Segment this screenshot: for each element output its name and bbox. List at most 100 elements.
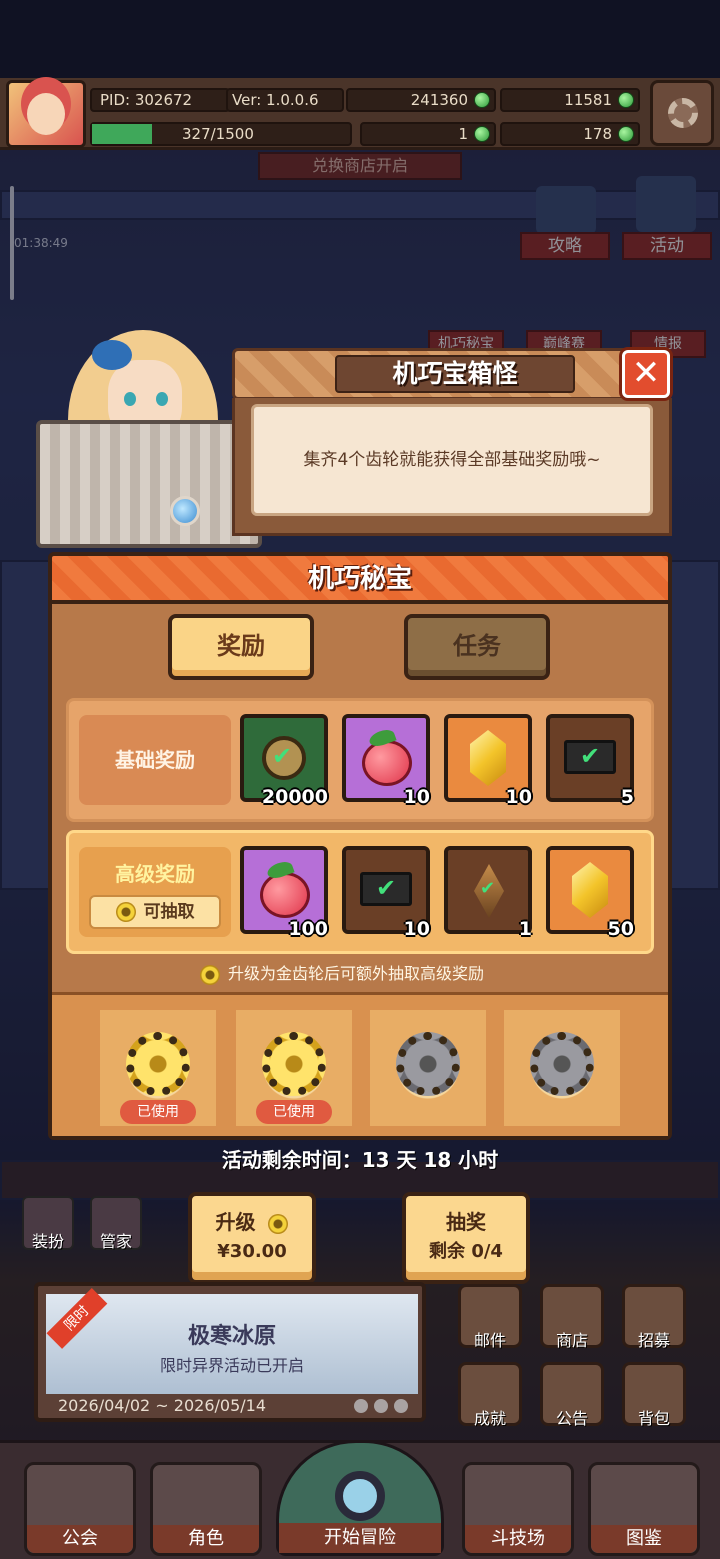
event-dates: 2026/04/02 ~ 2026/05/14 bbox=[58, 1396, 267, 1415]
gold-crystal-icon bbox=[470, 730, 506, 786]
item-qty: 5 bbox=[620, 786, 634, 808]
butler-label: 管家 bbox=[99, 1232, 132, 1251]
used-badge: 已使用 bbox=[256, 1100, 332, 1124]
settings-button[interactable] bbox=[650, 80, 714, 146]
basic-reward-label: 基础奖励 bbox=[79, 715, 231, 805]
player-avatar[interactable] bbox=[6, 80, 86, 148]
backpack-button[interactable]: 背包 bbox=[622, 1362, 686, 1428]
gold-box: 241360 bbox=[346, 88, 496, 112]
used-badge: 已使用 bbox=[120, 1100, 196, 1124]
nav-character[interactable]: 角色 bbox=[150, 1462, 262, 1556]
recruit-label: 招募 bbox=[637, 1331, 670, 1350]
gold-gear-icon bbox=[115, 902, 136, 922]
magnifier-icon bbox=[335, 1471, 385, 1521]
can-draw-badge: 可抽取 bbox=[89, 895, 221, 929]
nav-start-label: 开始冒险 bbox=[279, 1523, 441, 1553]
nav-guild-label: 公会 bbox=[27, 1525, 133, 1553]
upgrade-note-text: 升级为金齿轮后可额外抽取高级奖励 bbox=[228, 964, 485, 983]
exp-fill bbox=[92, 124, 152, 144]
leaf-crystal-icon bbox=[474, 864, 504, 918]
nav-codex[interactable]: 图鉴 bbox=[588, 1462, 700, 1556]
item-qty: 10 bbox=[403, 786, 430, 808]
tab-rewards[interactable]: 奖励 bbox=[168, 614, 314, 680]
advanced-reward-label-box: 高级奖励 可抽取 bbox=[79, 847, 231, 937]
ticket-icon: ✔ bbox=[360, 872, 412, 906]
shop-button[interactable]: 商店 bbox=[540, 1284, 604, 1350]
event-title: 极寒冰原 bbox=[187, 1324, 276, 1349]
dressup-label: 装扮 bbox=[31, 1232, 64, 1251]
gear-slot[interactable]: 已使用 bbox=[236, 1010, 352, 1126]
upgrade-label: 升级 bbox=[215, 1210, 256, 1234]
fruit-icon bbox=[260, 872, 310, 918]
reward-item[interactable]: 10 bbox=[444, 714, 532, 808]
key-value: 178 bbox=[583, 125, 612, 143]
add-gem-icon[interactable] bbox=[618, 92, 634, 108]
npc-eye-right bbox=[156, 392, 168, 406]
grey-gear-icon bbox=[530, 1032, 594, 1096]
can-draw-text: 可抽取 bbox=[143, 902, 195, 922]
reward-item[interactable]: 10 bbox=[342, 714, 430, 808]
nav-arena[interactable]: 斗技场 bbox=[462, 1462, 574, 1556]
add-key-icon[interactable] bbox=[618, 126, 634, 142]
event-image: 限时 极寒冰原 限时异界活动已开启 bbox=[46, 1288, 418, 1394]
item-qty: 1 bbox=[518, 918, 532, 940]
dressup-button[interactable]: 装扮 bbox=[22, 1196, 74, 1251]
shop-label: 商店 bbox=[555, 1331, 588, 1350]
gear-slot[interactable]: 已使用 bbox=[100, 1010, 216, 1126]
item-qty: 10 bbox=[403, 918, 430, 940]
gold-gear-icon bbox=[268, 1213, 289, 1234]
gold-gear-icon bbox=[262, 1032, 326, 1096]
reward-item[interactable]: ✔ 5 bbox=[546, 714, 634, 808]
nav-guild[interactable]: 公会 bbox=[24, 1462, 136, 1556]
npc-dialog-header: 机巧宝箱怪 bbox=[232, 348, 672, 400]
achievement-button[interactable]: 成就 bbox=[458, 1362, 522, 1428]
grey-gear-icon bbox=[396, 1032, 460, 1096]
treasure-chest-npc bbox=[36, 420, 262, 548]
tab-tasks[interactable]: 任务 bbox=[404, 614, 550, 680]
gold-gear-icon bbox=[126, 1032, 190, 1096]
add-gold-icon[interactable] bbox=[474, 92, 490, 108]
mail-button[interactable]: 邮件 bbox=[458, 1284, 522, 1350]
event-banner[interactable]: 限时 极寒冰原 限时异界活动已开启 2026/04/02 ~ 2026/05/1… bbox=[34, 1282, 426, 1422]
carousel-dots[interactable] bbox=[354, 1398, 414, 1417]
pid-box: PID: 302672 bbox=[90, 88, 230, 112]
gold-value: 241360 bbox=[410, 91, 468, 109]
draw-button[interactable]: 抽奖 剩余 0/4 bbox=[402, 1192, 530, 1284]
npc-dialog-text: 集齐4个齿轮就能获得全部基础奖励哦~ bbox=[251, 404, 653, 516]
recruit-button[interactable]: 招募 bbox=[622, 1284, 686, 1350]
backpack-label: 背包 bbox=[637, 1409, 670, 1428]
close-button[interactable]: ✕ bbox=[622, 350, 670, 398]
ticket-icon: ✔ bbox=[564, 740, 616, 774]
fruit-icon bbox=[362, 740, 412, 786]
reward-item[interactable]: 1 bbox=[444, 846, 532, 940]
announcement-label: 公告 bbox=[555, 1409, 588, 1428]
butler-button[interactable]: 管家 bbox=[90, 1196, 142, 1251]
version-text: Ver: 1.0.0.6 bbox=[232, 91, 319, 109]
nav-codex-label: 图鉴 bbox=[591, 1525, 697, 1553]
add-clover-icon[interactable] bbox=[474, 126, 490, 142]
upgrade-note: 升级为金齿轮后可额外抽取高级奖励 bbox=[200, 962, 540, 988]
draw-label: 抽奖 bbox=[446, 1210, 486, 1234]
announcement-button[interactable]: 公告 bbox=[540, 1362, 604, 1428]
reward-item[interactable]: 100 bbox=[240, 846, 328, 940]
clover-value: 1 bbox=[458, 125, 468, 143]
pid-text: PID: 302672 bbox=[100, 91, 193, 109]
upgrade-price: ¥30.00 bbox=[217, 1241, 287, 1262]
reward-item[interactable]: 20000 bbox=[240, 714, 328, 808]
key-box: 178 bbox=[500, 122, 640, 146]
panel-title: 机巧秘宝 bbox=[307, 564, 412, 594]
nav-arena-label: 斗技场 bbox=[465, 1525, 571, 1553]
gear-icon bbox=[668, 98, 698, 128]
item-qty: 50 bbox=[607, 918, 634, 940]
gear-slot[interactable] bbox=[504, 1010, 620, 1126]
reward-item[interactable]: 50 bbox=[546, 846, 634, 940]
chest-gem-icon bbox=[170, 496, 200, 526]
npc-name: 机巧宝箱怪 bbox=[335, 355, 575, 393]
reward-item[interactable]: ✔ 10 bbox=[342, 846, 430, 940]
npc-eye-left bbox=[124, 392, 136, 406]
event-time-left: 活动剩余时间：13 天 18 小时 bbox=[221, 1148, 499, 1172]
exp-text: 327/1500 bbox=[182, 125, 254, 143]
gem-box: 11581 bbox=[500, 88, 640, 112]
gear-slot[interactable] bbox=[370, 1010, 486, 1126]
upgrade-button[interactable]: 升级 ¥30.00 bbox=[188, 1192, 316, 1284]
